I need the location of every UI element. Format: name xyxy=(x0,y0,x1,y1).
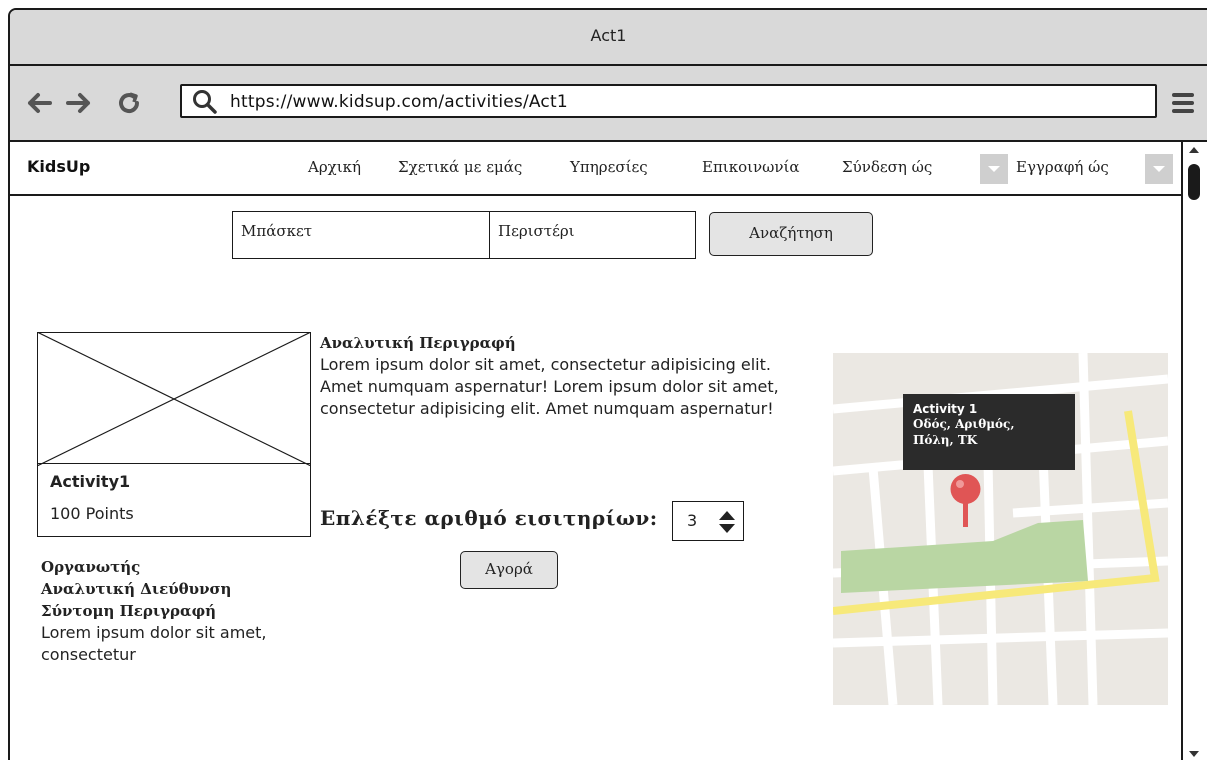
tickets-stepper[interactable]: 3 xyxy=(672,501,744,541)
login-dropdown[interactable] xyxy=(980,154,1008,184)
stepper-arrows-icon[interactable] xyxy=(717,509,737,535)
activity-search-input[interactable]: Μπάσκετ xyxy=(232,211,490,259)
url-text: https://www.kidsup.com/activities/Act1 xyxy=(230,92,568,112)
nav-item-services[interactable]: Υπηρεσίες xyxy=(570,158,648,176)
nav-item-about[interactable]: Σχετικά με εμάς xyxy=(398,158,522,176)
scroll-thumb[interactable] xyxy=(1188,164,1200,200)
activity-points: 100 Points xyxy=(50,504,134,523)
detailed-description-heading: Αναλυτική Περιγραφή xyxy=(320,334,516,352)
vertical-scrollbar[interactable] xyxy=(1181,142,1207,760)
reload-icon[interactable] xyxy=(114,88,144,118)
organizer-label: Οργανωτής xyxy=(41,558,141,576)
activity-name: Activity1 xyxy=(50,472,131,491)
map-pin-icon xyxy=(950,474,981,527)
tickets-value: 3 xyxy=(687,511,698,530)
title-bar: Act1 xyxy=(10,10,1207,66)
short-description-label: Σύντομη Περιγραφή xyxy=(41,602,217,620)
detailed-description-text: Lorem ipsum dolor sit amet, consectetur … xyxy=(320,355,779,418)
forward-arrow-icon[interactable] xyxy=(64,88,94,118)
browser-toolbar: https://www.kidsup.com/activities/Act1 xyxy=(10,66,1207,142)
register-dropdown[interactable] xyxy=(1145,154,1173,184)
activity-image-placeholder xyxy=(37,332,311,466)
search-icon xyxy=(192,89,218,119)
chevron-down-icon xyxy=(1153,166,1165,172)
activity-card-info: Activity1 100 Points xyxy=(37,463,311,537)
scroll-down-icon[interactable] xyxy=(1188,750,1200,758)
site-brand[interactable]: KidsUp xyxy=(27,157,90,176)
nav-item-register[interactable]: Εγγραφή ώς xyxy=(1016,158,1109,176)
page-viewport: KidsUp Αρχική Σχετικά με εμάς Υπηρεσίες … xyxy=(10,142,1207,760)
nav-item-home[interactable]: Αρχική xyxy=(308,158,361,176)
location-search-input[interactable]: Περιστέρι xyxy=(489,211,696,259)
window-title: Act1 xyxy=(590,26,627,45)
search-button[interactable]: Αναζήτηση xyxy=(709,212,873,256)
nav-item-contact[interactable]: Επικοινωνία xyxy=(702,158,799,176)
location-map[interactable]: Activity 1 Οδός, Αριθμός, Πόλη, ΤΚ xyxy=(833,353,1168,705)
short-description-text: Lorem ipsum dolor sit amet, consectetur xyxy=(41,623,267,664)
browser-window: Act1 https://www.kidsup.com/activities/A… xyxy=(8,8,1207,760)
hamburger-menu-icon[interactable] xyxy=(1170,90,1196,120)
chevron-down-icon xyxy=(988,166,1000,172)
scroll-up-icon[interactable] xyxy=(1188,146,1200,154)
map-tooltip: Activity 1 Οδός, Αριθμός, Πόλη, ΤΚ xyxy=(903,394,1075,470)
back-arrow-icon[interactable] xyxy=(24,88,54,118)
address-bar[interactable]: https://www.kidsup.com/activities/Act1 xyxy=(180,84,1157,118)
tickets-label: Επλέξτε αριθμό εισιτηρίων: xyxy=(320,506,658,530)
tooltip-address: Οδός, Αριθμός, Πόλη, ΤΚ xyxy=(913,417,1015,447)
buy-button[interactable]: Αγορά xyxy=(460,551,558,589)
site-navbar: KidsUp Αρχική Σχετικά με εμάς Υπηρεσίες … xyxy=(10,142,1181,196)
tooltip-title: Activity 1 xyxy=(913,402,978,416)
nav-item-login[interactable]: Σύνδεση ώς xyxy=(842,158,932,176)
address-label: Αναλυτική Διεύθυνση xyxy=(41,580,232,598)
